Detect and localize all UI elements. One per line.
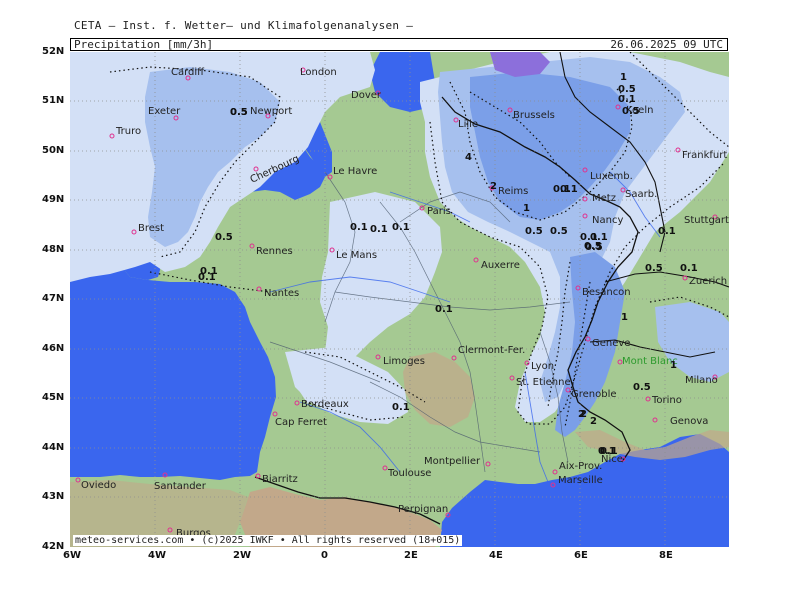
contour-value: 0.1 <box>658 226 676 237</box>
city-label: Oviedo <box>81 480 116 491</box>
lat-label: 48N <box>42 244 65 255</box>
city-label: Geneve <box>592 338 630 349</box>
contour-value: 0.5 <box>622 106 640 117</box>
city-label: London <box>300 67 337 78</box>
lat-label: 51N <box>42 95 65 106</box>
city-label: Dover <box>351 90 382 101</box>
city-label: Perpignan <box>398 504 448 515</box>
city-label: Besancon <box>582 287 631 298</box>
contour-value: 1 <box>620 72 627 83</box>
city-label: Limoges <box>383 356 425 367</box>
contour-value: 0.1 <box>370 224 388 235</box>
city-label: Newport <box>250 106 292 117</box>
city-label: Cap Ferret <box>275 417 327 428</box>
city-label: Lille <box>458 119 478 130</box>
contour-value: 2 <box>490 181 497 192</box>
city-label: Cardiff <box>171 67 205 78</box>
map-title: Precipitation [mm/3h] <box>74 38 214 51</box>
contour-value: 1 <box>621 312 628 323</box>
city-label: Lyon <box>531 361 554 372</box>
city-label: Stuttgart <box>684 215 729 226</box>
contour-value: 0.1 <box>392 402 410 413</box>
city-label: Truro <box>115 126 141 137</box>
city-label: Toulouse <box>387 468 431 479</box>
lat-label: 50N <box>42 145 65 156</box>
city-label: Bordeaux <box>301 399 349 410</box>
contour-value: 0.5 <box>550 226 568 237</box>
contour-value: 0.1 <box>680 263 698 274</box>
contour-value: 0.1 <box>618 94 636 105</box>
contour-value: 2 <box>590 416 597 427</box>
map-canvas: Cardiff London Dover Exeter Newport Trur… <box>70 52 729 547</box>
contour-value: 1 <box>670 360 677 371</box>
lon-label: 4W <box>148 550 166 561</box>
valid-time: 26.06.2025 09 UTC <box>610 38 723 51</box>
city-label: Zuerich <box>689 276 727 287</box>
contour-value: 4 <box>465 152 472 163</box>
lat-label: 42N <box>42 541 65 552</box>
lon-label: 6E <box>574 550 588 561</box>
precipitation-map: Cardiff London Dover Exeter Newport Trur… <box>70 52 729 547</box>
lat-label: 45N <box>42 392 65 403</box>
lon-label: 6W <box>63 550 81 561</box>
city-label: Exeter <box>148 106 181 117</box>
contour-value: 0.1 <box>600 446 618 457</box>
city-label: Marseille <box>558 475 603 486</box>
lon-label: 2W <box>233 550 251 561</box>
copyright-footer: meteo-services.com • (c)2025 IWKF • All … <box>73 535 463 546</box>
contour-value: 1 <box>523 203 530 214</box>
contour-value: 0.5 <box>645 263 663 274</box>
city-label: Genova <box>670 416 708 427</box>
city-label: Le Havre <box>333 166 377 177</box>
contour-value: 0.1 <box>198 272 216 283</box>
city-label: Milano <box>685 375 718 386</box>
lat-label: 46N <box>42 343 65 354</box>
contour-value: 0.1 <box>560 184 578 195</box>
city-label: Luxemb. <box>590 171 633 182</box>
city-label: Grenoble <box>571 389 617 400</box>
city-label: Brussels <box>513 110 555 121</box>
lon-label: 2E <box>404 550 418 561</box>
contour-value: 0.1 <box>350 222 368 233</box>
contour-value: 0.5 <box>525 226 543 237</box>
contour-value: 0.5 <box>585 242 603 253</box>
city-label: Aix-Prov. <box>559 461 602 472</box>
lat-label: 47N <box>42 293 65 304</box>
city-label: Santander <box>154 481 207 492</box>
city-label: Paris <box>427 206 451 217</box>
city-label: Clermont-Fer. <box>458 345 525 356</box>
city-label: Metz <box>592 193 616 204</box>
contour-value: 0.1 <box>392 222 410 233</box>
lon-label: 8E <box>659 550 673 561</box>
city-label: Reims <box>498 186 528 197</box>
city-label: St. Etienne <box>516 377 571 388</box>
city-label: Torino <box>651 395 682 406</box>
contour-value: 0.5 <box>215 232 233 243</box>
credit-line: CETA — Inst. f. Wetter— und Klimafolgena… <box>74 19 414 32</box>
lon-label: 4E <box>489 550 503 561</box>
city-label: Saarb. <box>625 189 657 200</box>
lat-label: 52N <box>42 46 65 57</box>
city-label: Montpellier <box>424 456 481 467</box>
city-label: Brest <box>138 223 164 234</box>
city-label: Nancy <box>592 215 623 226</box>
lon-label: 0 <box>321 550 328 561</box>
map-header: Precipitation [mm/3h] 26.06.2025 09 UTC <box>70 38 728 51</box>
lat-label: 44N <box>42 442 65 453</box>
city-label: Biarritz <box>262 474 298 485</box>
contour-value: 0.5 <box>230 107 248 118</box>
city-label: Auxerre <box>481 260 520 271</box>
contour-value: 2 <box>580 409 587 420</box>
contour-value: 0.1 <box>435 304 453 315</box>
city-label: Le Mans <box>336 250 377 261</box>
lat-label: 49N <box>42 194 65 205</box>
contour-value: 0.5 <box>633 382 651 393</box>
city-label: Frankfurt <box>682 150 727 161</box>
city-label: Rennes <box>256 246 293 257</box>
city-label: Nantes <box>264 288 299 299</box>
lat-label: 43N <box>42 491 65 502</box>
